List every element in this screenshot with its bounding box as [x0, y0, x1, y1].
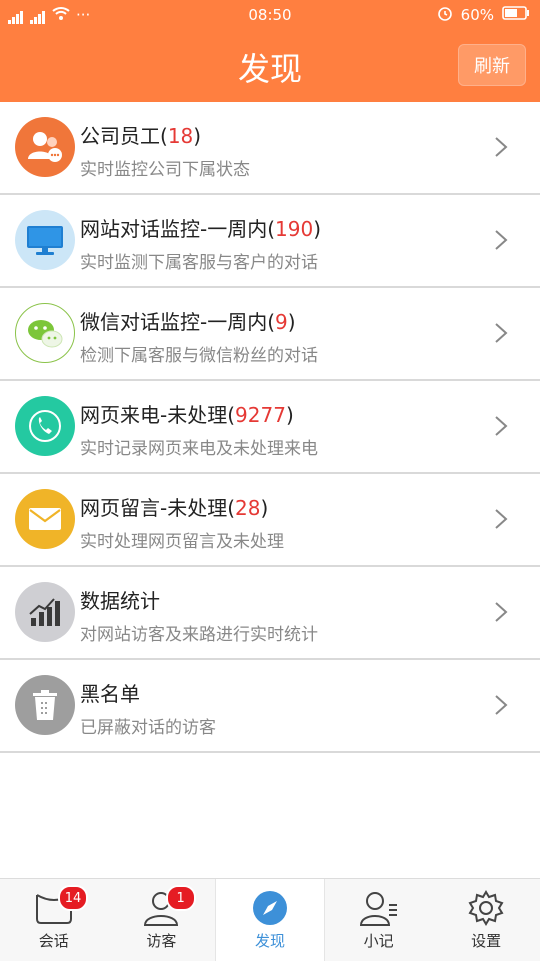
battery-icon	[502, 6, 530, 24]
chevron-right-icon	[495, 602, 508, 622]
monitor-icon	[15, 210, 75, 270]
item-count: 18	[167, 124, 194, 148]
list-item-statistics[interactable]: 数据统计 对网站访客及来路进行实时统计	[0, 567, 540, 660]
discover-list: 公司员工(18) 实时监控公司下属状态 网站对话监控-一周内(190) 实时监测…	[0, 102, 540, 753]
phone-icon	[15, 396, 75, 456]
gear-icon	[466, 888, 506, 928]
tab-settings[interactable]: 设置	[432, 879, 540, 961]
tab-visitors[interactable]: 访客 1	[108, 879, 216, 961]
item-count: 28	[235, 496, 261, 520]
item-title: 网站对话监控-一周内(190)	[80, 217, 322, 241]
refresh-button[interactable]: 刷新	[458, 44, 526, 86]
item-subtitle: 实时监测下属客服与客户的对话	[80, 253, 318, 273]
compass-icon	[250, 888, 290, 928]
tab-label: 发现	[254, 932, 285, 950]
item-count: 190	[275, 217, 314, 241]
chart-icon	[15, 582, 75, 642]
chevron-right-icon	[495, 509, 508, 529]
item-title: 公司员工(18)	[80, 124, 202, 148]
chevron-right-icon	[495, 137, 508, 157]
chevron-right-icon	[495, 230, 508, 250]
unread-badge: 1	[165, 885, 196, 911]
item-title: 微信对话监控-一周内(9)	[80, 310, 296, 334]
tab-label: 访客	[146, 932, 177, 950]
app-header: 发现 刷新	[0, 30, 540, 102]
item-title: 数据统计	[80, 589, 160, 613]
item-subtitle: 对网站访客及来路进行实时统计	[80, 625, 318, 645]
item-subtitle: 已屏蔽对话的访客	[80, 718, 216, 738]
list-item-website-chat[interactable]: 网站对话监控-一周内(190) 实时监测下属客服与客户的对话	[0, 195, 540, 288]
tab-discover[interactable]: 发现	[215, 879, 325, 961]
trash-icon	[15, 675, 75, 735]
notes-user-icon	[359, 888, 399, 928]
tab-label: 会话	[38, 932, 69, 950]
status-bar: ··· 08:50 60%	[0, 0, 540, 30]
tab-label: 设置	[471, 932, 502, 950]
list-item-web-messages[interactable]: 网页留言-未处理(28) 实时处理网页留言及未处理	[0, 474, 540, 567]
list-item-web-calls[interactable]: 网页来电-未处理(9277) 实时记录网页来电及未处理来电	[0, 381, 540, 474]
staff-icon	[15, 117, 75, 177]
list-item-wechat-chat[interactable]: 微信对话监控-一周内(9) 检测下属客服与微信粉丝的对话	[0, 288, 540, 381]
mail-icon	[15, 489, 75, 549]
item-subtitle: 实时记录网页来电及未处理来电	[80, 439, 318, 459]
tab-notes[interactable]: 小记	[325, 879, 433, 961]
alarm-icon	[437, 5, 453, 25]
tab-label: 小记	[363, 932, 394, 950]
item-title: 黑名单	[80, 682, 140, 706]
chevron-right-icon	[495, 695, 508, 715]
item-subtitle: 检测下属客服与微信粉丝的对话	[80, 346, 318, 366]
chevron-right-icon	[495, 416, 508, 436]
item-subtitle: 实时处理网页留言及未处理	[80, 532, 284, 552]
list-item-blacklist[interactable]: 黑名单 已屏蔽对话的访客	[0, 660, 540, 753]
list-item-company-staff[interactable]: 公司员工(18) 实时监控公司下属状态	[0, 102, 540, 195]
item-title: 网页来电-未处理(9277)	[80, 403, 294, 427]
tab-conversations[interactable]: 会话 14	[0, 879, 108, 961]
item-subtitle: 实时监控公司下属状态	[80, 160, 250, 180]
bottom-tab-bar: 会话 14 访客 1 发现 小记 设置	[0, 878, 540, 961]
item-count: 9277	[235, 403, 286, 427]
wechat-icon	[15, 303, 75, 363]
chevron-right-icon	[495, 323, 508, 343]
status-right: 60%	[437, 5, 530, 25]
item-count: 9	[275, 310, 288, 334]
item-title: 网页留言-未处理(28)	[80, 496, 269, 520]
battery-percent: 60%	[460, 6, 494, 24]
unread-badge: 14	[58, 885, 88, 911]
